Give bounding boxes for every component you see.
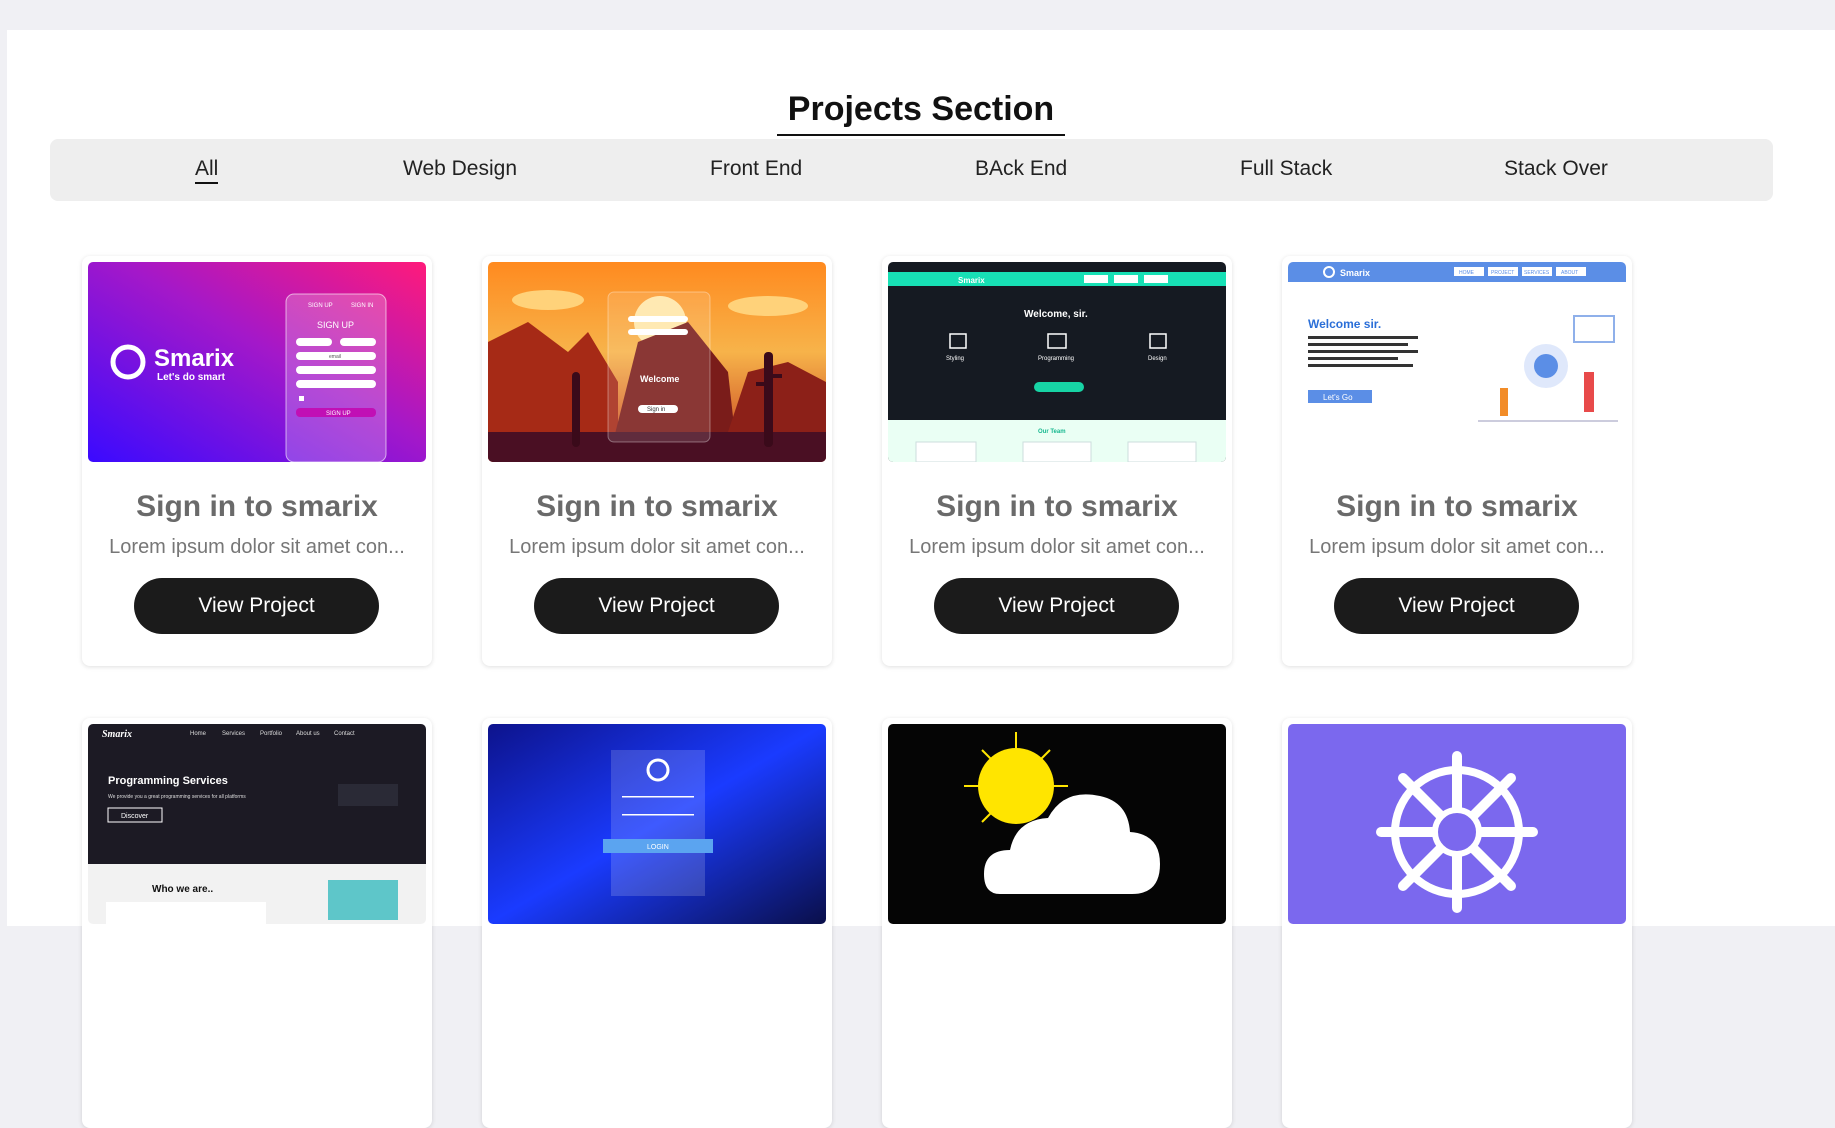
signup-page-preview: Smarix Let's do smart SIGN UP SIGN IN SI… [88,262,426,462]
svg-text:SIGN UP: SIGN UP [317,320,354,330]
svg-text:PROJECT: PROJECT [1491,270,1514,276]
project-description: Lorem ipsum dolor sit amet con... [109,536,405,558]
svg-text:Home: Home [190,731,207,737]
svg-text:Welcome sir.: Welcome sir. [1308,317,1381,331]
project-card: Smarix HOME PROJECT SERVICES ABOUT Welco… [1282,256,1632,666]
view-project-button[interactable]: View Project [1334,578,1579,634]
section-title-wrap: Projects Section [7,90,1835,137]
wheel-preview [1288,724,1626,924]
project-thumbnail[interactable]: LOGIN [488,724,826,924]
project-thumbnail[interactable]: Smarix Let's do smart SIGN UP SIGN IN SI… [88,262,426,462]
svg-text:Smarix: Smarix [102,729,132,740]
svg-text:Portfolio: Portfolio [260,731,283,737]
project-card: Welcome Sign in Sign in to smarix Lorem … [482,256,832,666]
project-description: Lorem ipsum dolor sit amet con... [909,536,1205,558]
project-card: LOGIN [482,718,832,1128]
project-title: Sign in to smarix [936,490,1178,523]
project-description: Lorem ipsum dolor sit amet con... [509,536,805,558]
project-card [882,718,1232,1128]
svg-text:SIGN UP: SIGN UP [308,303,333,309]
svg-text:Design: Design [1148,356,1167,362]
svg-text:Who we are..: Who we are.. [152,884,213,895]
svg-text:Programming: Programming [1038,356,1074,362]
svg-text:ABOUT: ABOUT [1561,270,1578,276]
dark-landing-preview: Smarix Welcome, sir. Styling Programming… [888,262,1226,462]
svg-text:SIGN IN: SIGN IN [351,303,373,309]
svg-text:Discover: Discover [121,813,149,820]
project-title: Sign in to smarix [136,490,378,523]
weather-preview [888,724,1226,924]
project-card: Smarix Let's do smart SIGN UP SIGN IN SI… [82,256,432,666]
project-thumbnail[interactable]: Smarix Welcome, sir. Styling Programming… [888,262,1226,462]
svg-text:Contact: Contact [334,731,355,737]
filter-back-end[interactable]: BAck End [975,157,1067,181]
view-project-button[interactable]: View Project [134,578,379,634]
svg-text:Smarix: Smarix [958,276,985,285]
svg-text:SERVICES: SERVICES [1524,270,1550,276]
blue-login-preview: LOGIN [488,724,826,924]
svg-text:Welcome: Welcome [640,374,679,384]
project-title: Sign in to smarix [536,490,778,523]
project-card: Smarix Welcome, sir. Styling Programming… [882,256,1232,666]
programming-services-preview: Smarix Home Services Portfolio About us … [88,724,426,924]
view-project-button[interactable]: View Project [934,578,1179,634]
project-thumbnail[interactable] [888,724,1226,924]
svg-text:HOME: HOME [1459,270,1475,276]
view-project-button[interactable]: View Project [534,578,779,634]
project-thumbnail[interactable]: Smarix HOME PROJECT SERVICES ABOUT Welco… [1288,262,1626,462]
project-thumbnail[interactable] [1288,724,1626,924]
filter-front-end[interactable]: Front End [710,157,802,181]
filter-bar: All Web Design Front End BAck End Full S… [50,139,1773,201]
svg-text:SIGN UP: SIGN UP [326,411,351,417]
svg-text:Welcome, sir.: Welcome, sir. [1024,309,1088,320]
project-thumbnail[interactable]: Welcome Sign in [488,262,826,462]
svg-text:Smarix: Smarix [1340,268,1370,278]
filter-stack-over[interactable]: Stack Over [1504,157,1608,181]
svg-text:Services: Services [222,731,245,737]
tech-company-preview: Smarix HOME PROJECT SERVICES ABOUT Welco… [1288,262,1626,462]
section-title: Projects Section [776,90,1066,137]
project-title: Sign in to smarix [1336,490,1578,523]
svg-text:Smarix: Smarix [154,345,235,372]
svg-text:We provide you a great program: We provide you a great programming servi… [108,794,246,800]
svg-text:Let's Go: Let's Go [1323,393,1353,402]
project-thumbnail[interactable]: Smarix Home Services Portfolio About us … [88,724,426,924]
svg-text:email: email [329,354,341,360]
filter-web-design[interactable]: Web Design [403,157,517,181]
filter-full-stack[interactable]: Full Stack [1240,157,1332,181]
svg-text:Styling: Styling [946,356,964,362]
project-card: Smarix Home Services Portfolio About us … [82,718,432,1128]
svg-text:Our Team: Our Team [1038,429,1066,435]
project-description: Lorem ipsum dolor sit amet con... [1309,536,1605,558]
desert-login-preview: Welcome Sign in [488,262,826,462]
svg-text:LOGIN: LOGIN [647,844,669,851]
svg-text:About us: About us [296,731,320,737]
svg-text:Let's do smart: Let's do smart [157,372,226,383]
project-card [1282,718,1632,1128]
svg-text:Sign in: Sign in [647,407,665,413]
svg-text:Programming Services: Programming Services [108,775,228,787]
filter-all[interactable]: All [195,157,219,184]
